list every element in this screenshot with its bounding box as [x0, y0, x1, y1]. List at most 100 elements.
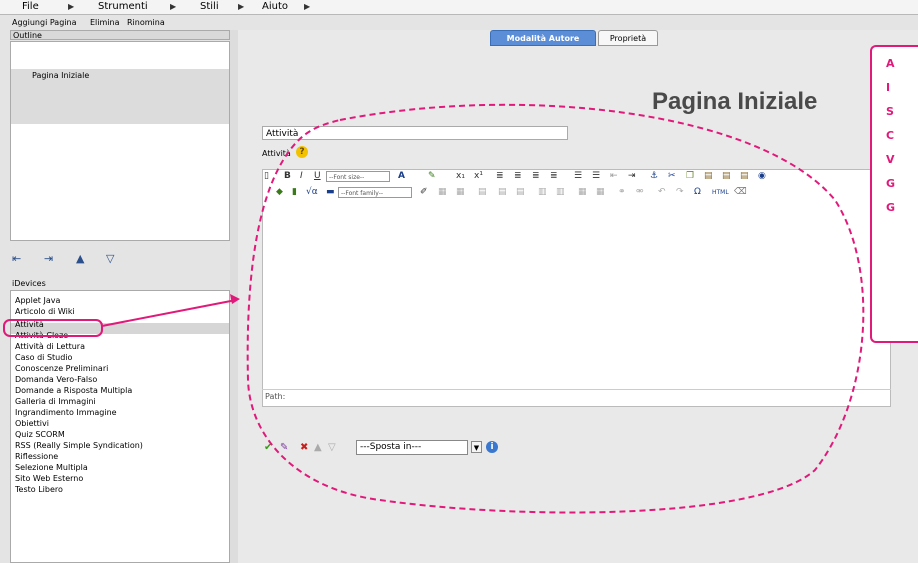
idevices-header: iDevices [12, 279, 46, 288]
submenu-arrow-icon: ▶ [304, 2, 311, 11]
menu-styles[interactable]: Stili [200, 0, 219, 14]
outdent-icon[interactable]: ⇤ [610, 169, 618, 184]
idevice-item[interactable]: Attività [15, 319, 44, 330]
idevice-item[interactable]: Sito Web Esterno [15, 473, 83, 484]
idevice-item[interactable]: Galleria di Immagini [15, 396, 96, 407]
align-center-icon[interactable]: ≣ [514, 169, 522, 184]
paste-word-icon[interactable]: ▤ [740, 169, 749, 184]
outline-item-home[interactable]: Pagina Iniziale [32, 71, 89, 80]
info-icon[interactable]: i [486, 441, 498, 453]
idevice-item[interactable]: Attività di Lettura [15, 341, 85, 352]
col-before-icon[interactable]: ▥ [538, 185, 547, 200]
idevice-item[interactable]: Articolo di Wiki [15, 306, 75, 317]
insert-image-icon[interactable]: ◆ [276, 185, 283, 200]
col-after-icon[interactable]: ▥ [556, 185, 565, 200]
idevices-list: Applet Java Articolo di Wiki Attività Attiv… [10, 290, 230, 563]
bullet-list-icon[interactable]: ☰ [574, 169, 582, 184]
italic-icon[interactable]: I [300, 169, 303, 184]
done-icon[interactable]: ✔ [264, 440, 272, 455]
new-document-icon[interactable]: ▯ [264, 169, 269, 184]
edit-css-icon[interactable]: ✐ [420, 185, 428, 200]
idevice-item[interactable]: Riflessione [15, 451, 58, 462]
bold-icon[interactable]: B [284, 169, 291, 184]
font-size-select[interactable]: --Font size-- [326, 171, 390, 182]
help-icon[interactable]: ? [296, 146, 308, 158]
horizontal-rule-icon[interactable]: ▬ [326, 185, 335, 200]
cleanup-icon[interactable]: ⌫ [734, 185, 747, 200]
submenu-arrow-icon: ▶ [170, 2, 177, 11]
edit-icon[interactable]: ✎ [280, 440, 288, 455]
idevice-item[interactable]: Caso di Studio [15, 352, 72, 363]
paste-icon[interactable]: ▤ [704, 169, 713, 184]
align-right-icon[interactable]: ≣ [532, 169, 540, 184]
idevice-item[interactable]: Attività Cloze [15, 330, 68, 341]
idevice-item[interactable]: Applet Java [15, 295, 60, 306]
idevice-title-input[interactable]: Attività [262, 126, 568, 140]
copy-icon[interactable]: ❐ [686, 169, 694, 184]
font-family-select[interactable]: --Font family-- [338, 187, 412, 198]
menu-help[interactable]: Aiuto [262, 0, 288, 14]
row-after-icon[interactable]: ▤ [498, 185, 507, 200]
undo-icon[interactable]: ↶ [658, 185, 666, 200]
subscript-icon[interactable]: x₁ [456, 169, 465, 184]
callout-letter: G [886, 177, 896, 190]
delete-row-icon[interactable]: ▤ [516, 185, 525, 200]
idevice-item[interactable]: Domanda Vero-Falso [15, 374, 97, 385]
text-color-icon[interactable]: A [398, 169, 405, 184]
outline-header: Outline [10, 30, 230, 40]
chevron-down-icon[interactable]: ▼ [471, 441, 482, 453]
unlink-icon[interactable]: ⚮ [636, 185, 644, 200]
move-to-select[interactable]: ---Sposta in--- [356, 440, 468, 455]
redo-icon[interactable]: ↷ [676, 185, 684, 200]
split-cells-icon[interactable]: ▦ [578, 185, 587, 200]
number-list-icon[interactable]: ☰ [592, 169, 600, 184]
underline-icon[interactable]: U [314, 169, 321, 184]
rich-text-editor[interactable] [262, 169, 891, 407]
idevice-item[interactable]: Selezione Multipla [15, 462, 88, 473]
menu-file[interactable]: File [22, 0, 39, 14]
insert-media-icon[interactable]: ▮ [292, 185, 297, 200]
idevice-item[interactable]: Conoscenze Preliminari [15, 363, 108, 374]
delete-button[interactable]: Elimina [90, 18, 120, 27]
callout-letter: I [886, 81, 891, 94]
html-source-icon[interactable]: HTML [712, 185, 729, 200]
table-icon[interactable]: ▦ [438, 185, 447, 200]
cut-icon[interactable]: ✂ [668, 169, 676, 184]
paste-text-icon[interactable]: ▤ [722, 169, 731, 184]
idevice-item[interactable]: Ingrandimento Immagine [15, 407, 117, 418]
toolbar-help-icon[interactable]: ◉ [758, 169, 766, 184]
idevice-item[interactable]: Testo Libero [15, 484, 63, 495]
rename-button[interactable]: Rinomina [127, 18, 165, 27]
move-down-icon[interactable]: ▽ [328, 440, 336, 455]
promote-icon[interactable]: ⇤ [12, 252, 21, 265]
idevice-item[interactable]: Quiz SCORM [15, 429, 65, 440]
anchor-icon[interactable]: ⚓ [650, 169, 658, 184]
indent-icon[interactable]: ⇥ [628, 169, 636, 184]
menu-tools[interactable]: Strumenti [98, 0, 148, 14]
special-char-icon[interactable]: Ω [694, 185, 701, 200]
move-down-icon[interactable]: ▽ [106, 252, 114, 265]
tab-author-mode[interactable]: Modalità Autore [490, 30, 596, 46]
page-title: Pagina Iniziale [652, 88, 818, 115]
table-props-icon[interactable]: ▦ [456, 185, 465, 200]
justify-icon[interactable]: ≣ [550, 169, 558, 184]
move-up-icon[interactable]: ▲ [314, 440, 322, 455]
align-left-icon[interactable]: ≣ [496, 169, 504, 184]
row-before-icon[interactable]: ▤ [478, 185, 487, 200]
left-toolbar: Aggiungi Pagina Elimina Rinomina [0, 15, 230, 29]
idevice-item[interactable]: Obiettivi [15, 418, 49, 429]
merge-cells-icon[interactable]: ▦ [596, 185, 605, 200]
delete-icon[interactable]: ✖ [300, 440, 308, 455]
link-icon[interactable]: ⚭ [618, 185, 626, 200]
tab-properties[interactable]: Proprietà [598, 30, 658, 46]
panel-splitter[interactable] [230, 30, 238, 563]
idevice-item[interactable]: Domande a Risposta Multipla [15, 385, 132, 396]
idevice-item[interactable]: RSS (Really Simple Syndication) [15, 440, 143, 451]
add-page-button[interactable]: Aggiungi Pagina [12, 18, 76, 27]
superscript-icon[interactable]: x¹ [474, 169, 483, 184]
demote-icon[interactable]: ⇥ [44, 252, 53, 265]
highlight-icon[interactable]: ✎ [428, 169, 436, 184]
math-icon[interactable]: √α [306, 185, 318, 200]
move-up-icon[interactable]: ▲ [76, 252, 84, 265]
editor-path-bar: Path: [262, 389, 891, 407]
